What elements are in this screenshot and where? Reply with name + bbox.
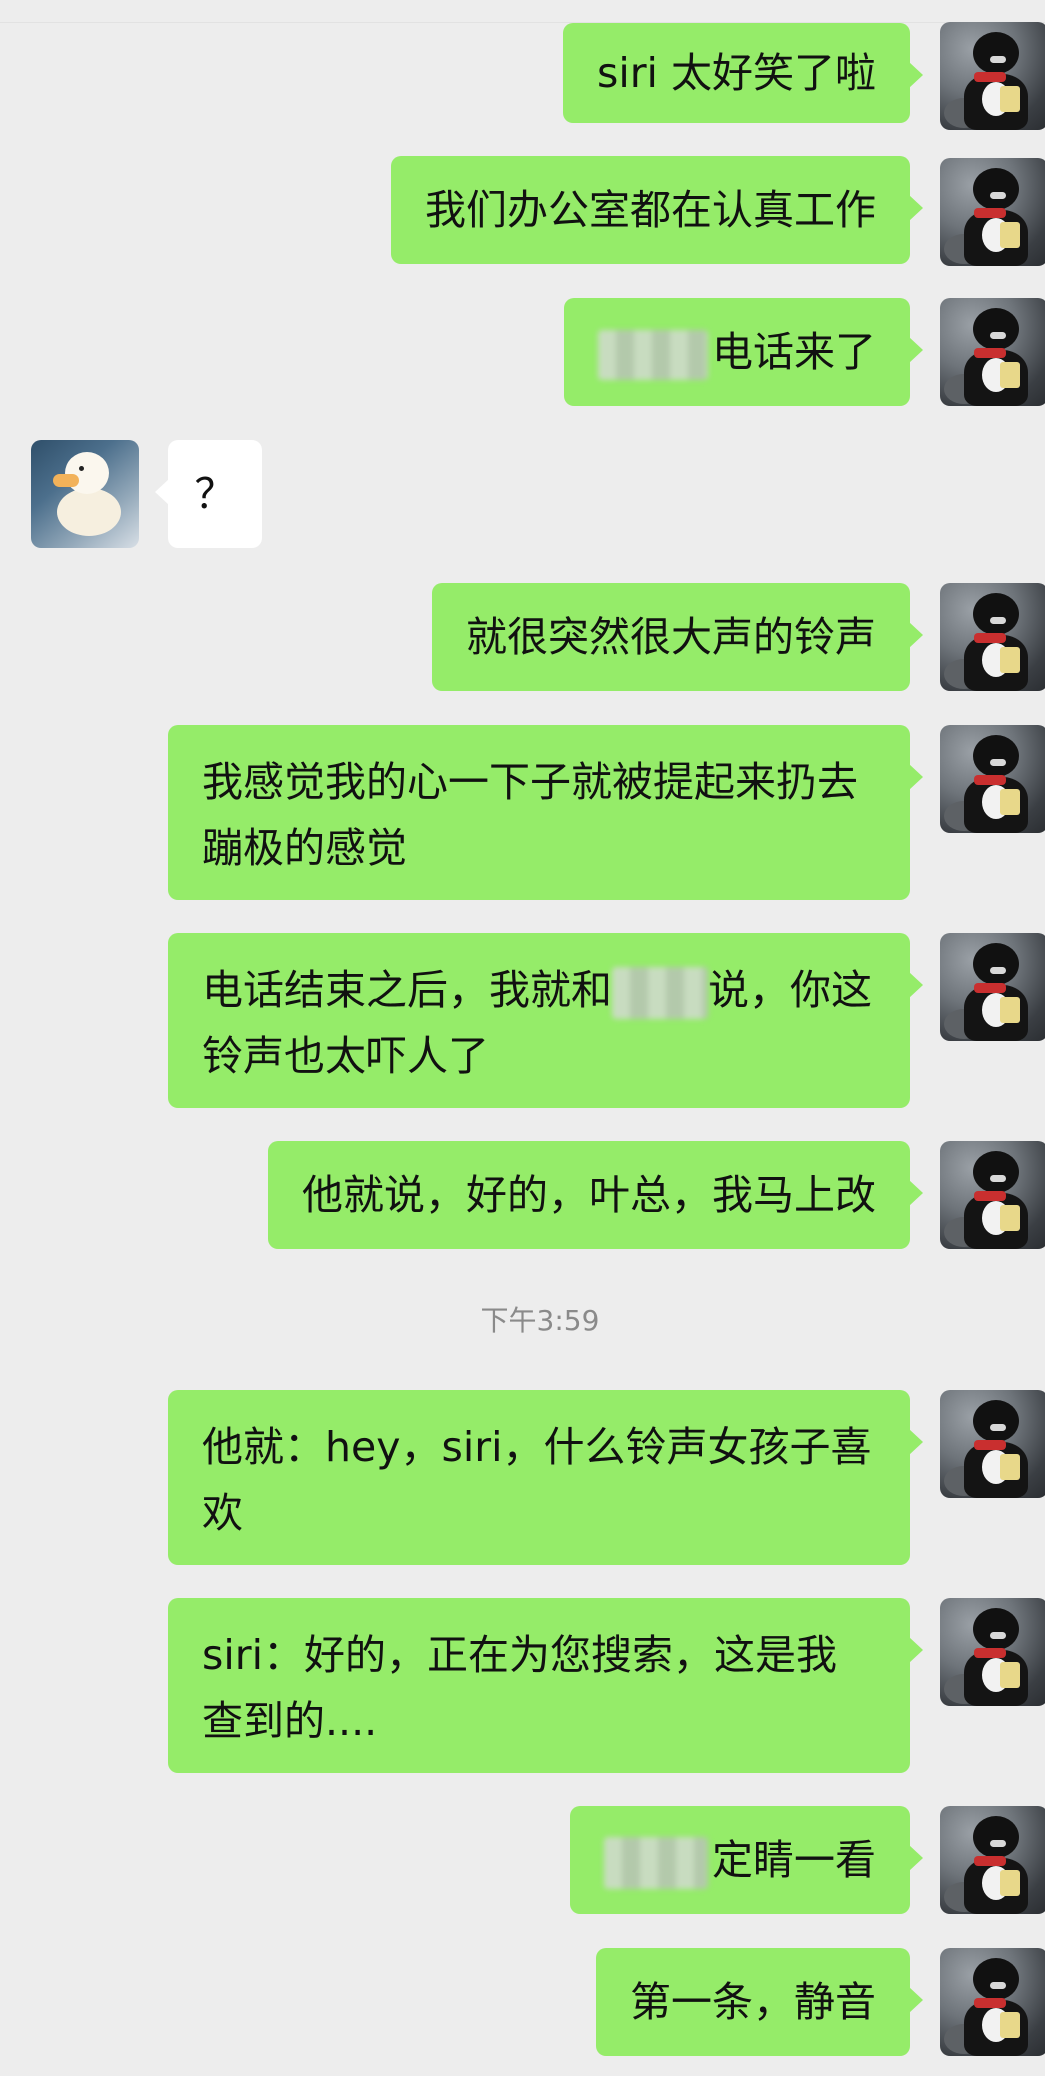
- message-text-before: 电话结束之后，我就和: [202, 966, 612, 1014]
- message-text: 他就：hey，siri，什么铃声女孩子喜欢: [202, 1423, 872, 1537]
- message-bubble-sent[interactable]: 我们办公室都在认真工作: [391, 156, 923, 264]
- redacted-name: [604, 1837, 708, 1889]
- message-bubble-sent[interactable]: siri 太好笑了啦: [562, 23, 924, 123]
- message-text: 我感觉我的心一下子就被提起来扔去蹦极的感觉: [202, 758, 858, 872]
- avatar-self[interactable]: [940, 1598, 1045, 1706]
- message-bubble-sent[interactable]: 我感觉我的心一下子就被提起来扔去蹦极的感觉: [168, 725, 923, 900]
- message-text: 就很突然很大声的铃声: [466, 613, 876, 661]
- message-bubble-sent[interactable]: 就很突然很大声的铃声: [432, 583, 923, 691]
- avatar-self[interactable]: [940, 583, 1045, 691]
- message-bubble-sent[interactable]: 他就：hey，siri，什么铃声女孩子喜欢: [168, 1390, 923, 1565]
- message-bubble-sent[interactable]: 电话结束之后，我就和 说，你这铃声也太吓人了: [168, 933, 923, 1108]
- message-bubble-sent[interactable]: siri：好的，正在为您搜索，这是我查到的....: [168, 1598, 923, 1773]
- redacted-name: [598, 330, 708, 380]
- avatar-self[interactable]: [940, 1806, 1045, 1914]
- message-text: siri：好的，正在为您搜索，这是我查到的....: [202, 1631, 837, 1745]
- message-text: 他就说，好的，叶总，我马上改: [302, 1171, 876, 1219]
- message-text: ？: [194, 470, 236, 518]
- message-bubble-sent[interactable]: 他就说，好的，叶总，我马上改: [268, 1141, 923, 1249]
- message-text: 电话来了: [712, 328, 876, 376]
- message-text: 第一条，静音: [630, 1978, 876, 2026]
- message-text: 我们办公室都在认真工作: [425, 186, 876, 234]
- avatar-self[interactable]: [940, 1948, 1045, 2056]
- message-bubble-sent[interactable]: 第一条，静音: [596, 1948, 923, 2056]
- avatar-self[interactable]: [940, 1141, 1045, 1249]
- avatar-self[interactable]: [940, 298, 1045, 406]
- message-text: 定睛一看: [712, 1836, 876, 1884]
- redacted-name: [612, 967, 708, 1019]
- avatar-contact[interactable]: [31, 440, 139, 548]
- message-text: siri 太好笑了啦: [596, 49, 876, 97]
- avatar-self[interactable]: [940, 22, 1045, 130]
- message-bubble-sent[interactable]: 电话来了: [564, 298, 923, 406]
- message-bubble-sent[interactable]: 定睛一看: [570, 1806, 923, 1914]
- avatar-self[interactable]: [940, 1390, 1045, 1498]
- avatar-self[interactable]: [940, 933, 1045, 1041]
- chat-timestamp: 下午3:59: [480, 1304, 600, 1337]
- avatar-self[interactable]: [940, 158, 1045, 266]
- message-bubble-received[interactable]: ？: [155, 440, 262, 548]
- avatar-self[interactable]: [940, 725, 1045, 833]
